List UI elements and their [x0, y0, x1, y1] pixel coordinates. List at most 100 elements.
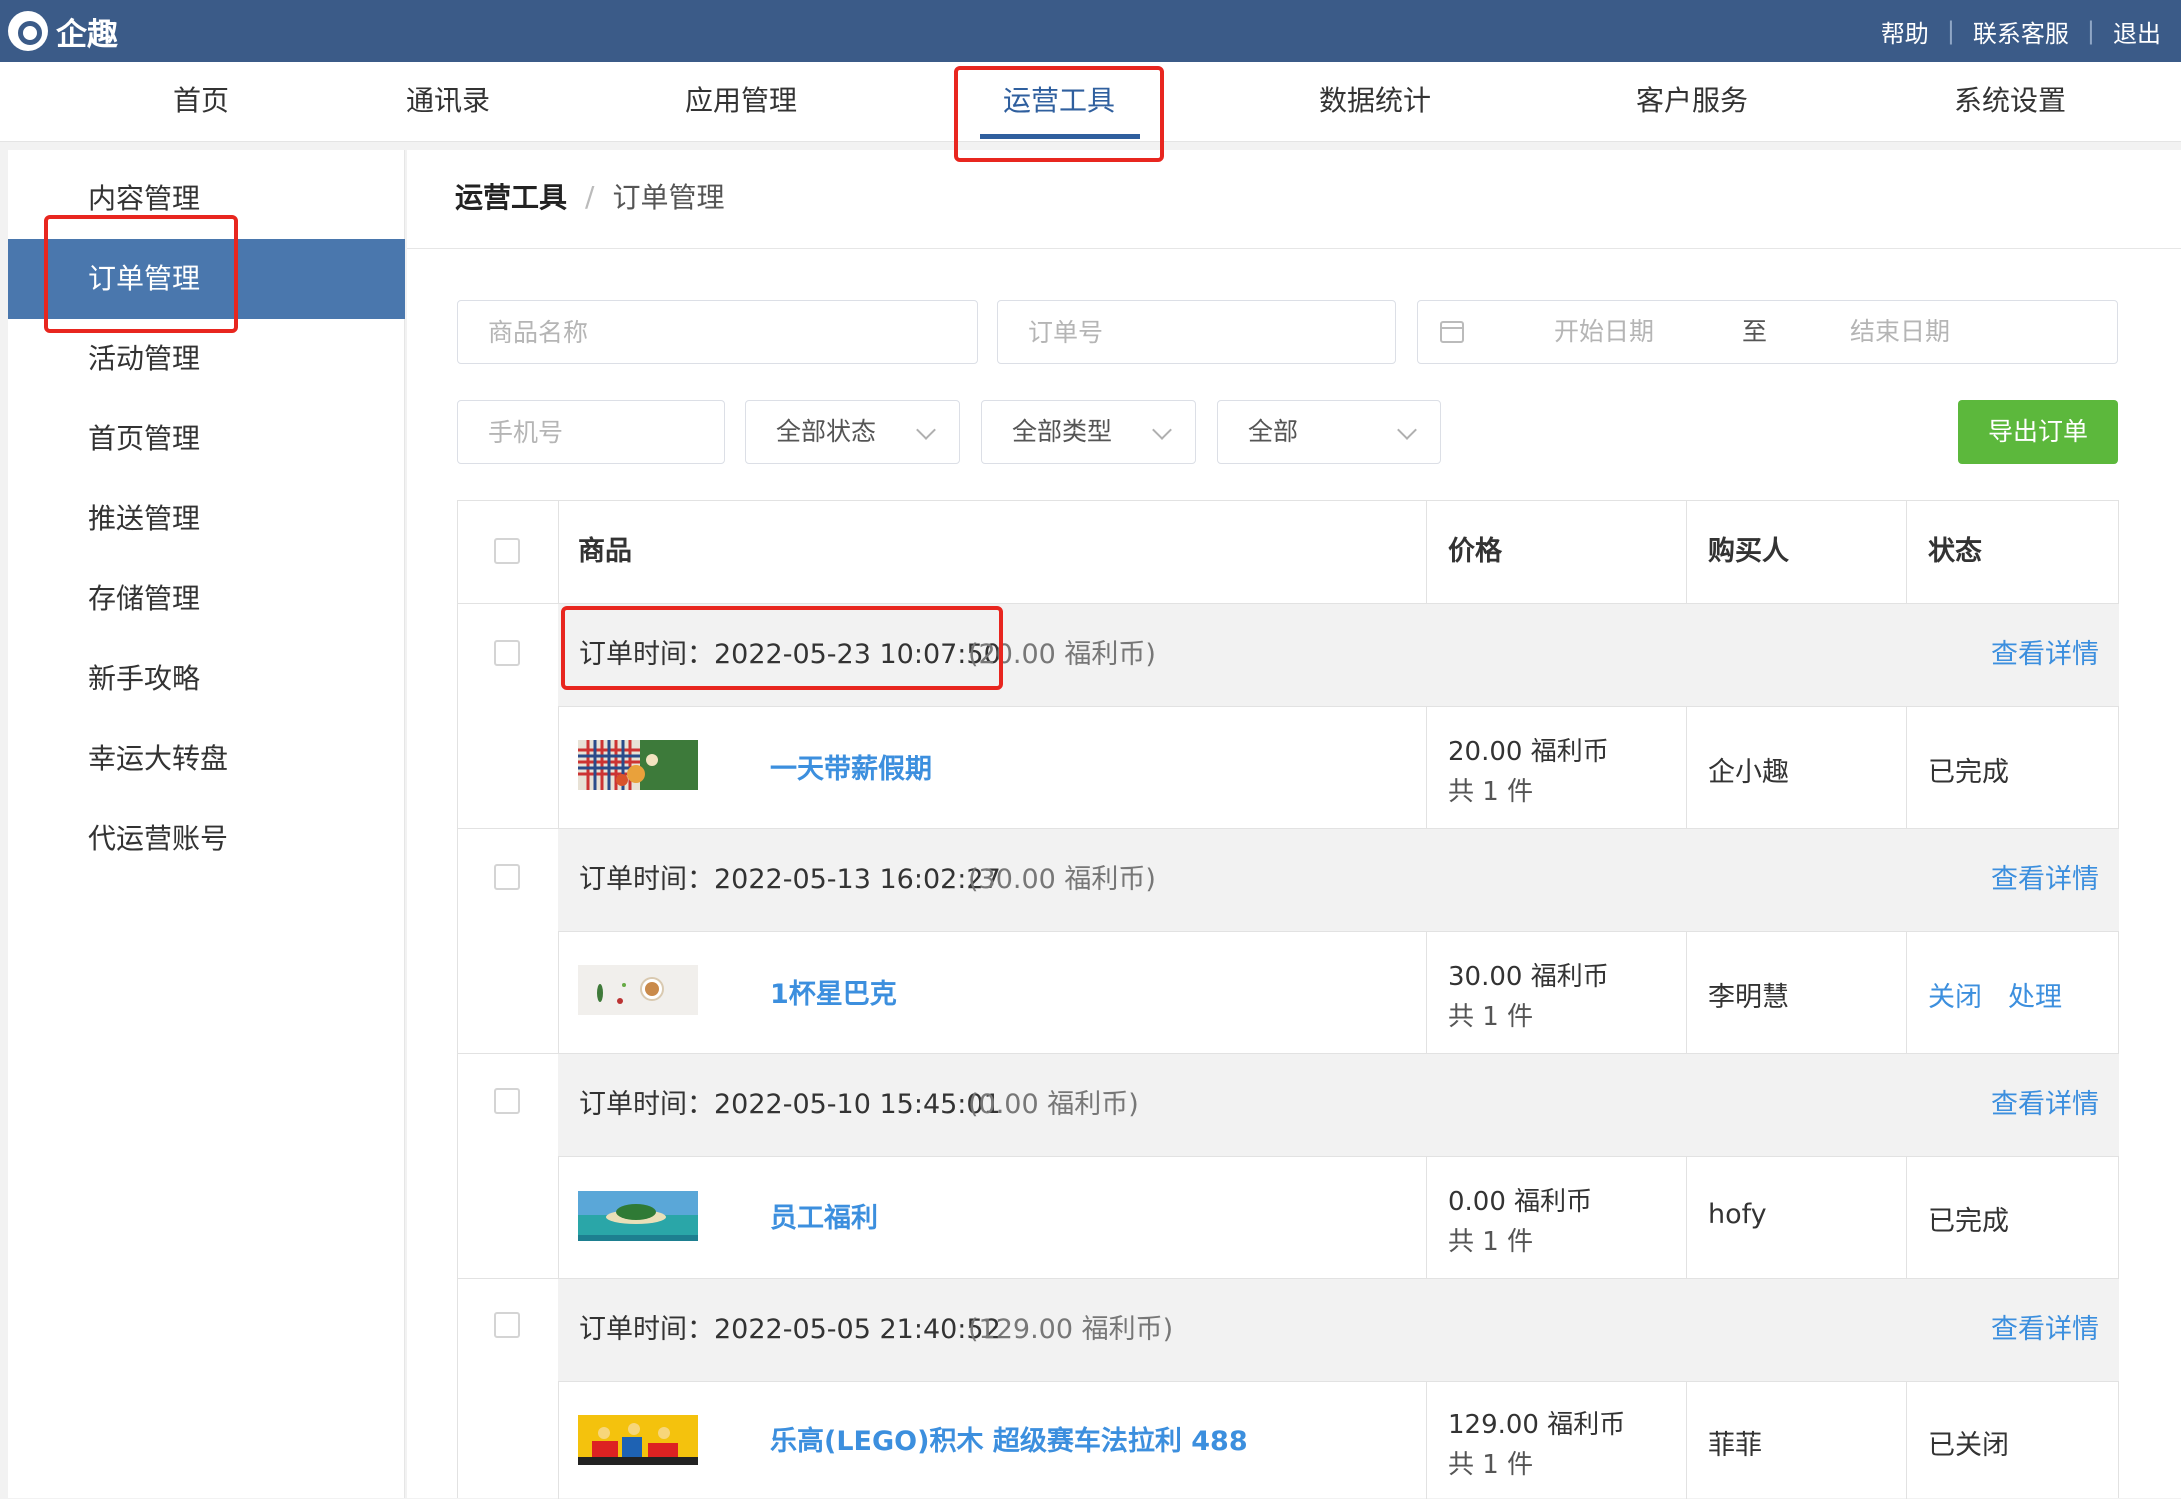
divider	[407, 248, 2181, 249]
logout-link[interactable]: 退出	[2113, 14, 2161, 49]
orders-table: 商品 价格 购买人 状态 订单时间：2022-05-23 10:07:50 (2…	[457, 500, 2119, 1499]
product-thumbnail	[578, 1415, 698, 1465]
order-status: 已关闭	[1928, 1430, 2009, 1461]
top-link-separator: |	[1946, 17, 1955, 45]
sidebar-item-push[interactable]: 推送管理	[8, 479, 405, 559]
view-details-link[interactable]: 查看详情	[1991, 829, 2099, 931]
product-name-link[interactable]: 员工福利	[770, 1196, 878, 1235]
breadcrumb-root[interactable]: 运营工具	[455, 176, 567, 216]
buyer-name: hofy	[1708, 1199, 1767, 1230]
order-price: 20.00 福利币	[1448, 737, 1609, 767]
close-order-link[interactable]: 关闭	[1928, 975, 1982, 1014]
column-divider	[1906, 931, 1907, 1053]
order-header-row: 订单时间：2022-05-10 15:45:01 (0.00 福利币) 查看详情	[558, 1054, 2119, 1156]
end-date-input[interactable]: 结束日期	[1850, 301, 1950, 363]
export-orders-button[interactable]: 导出订单	[1958, 400, 2118, 464]
order-quantity: 共 1 件	[1448, 1002, 1534, 1032]
status-select[interactable]: 全部状态	[745, 400, 960, 464]
column-divider	[1906, 501, 1907, 603]
contact-support-link[interactable]: 联系客服	[1973, 14, 2069, 49]
order-checkbox[interactable]	[494, 1088, 520, 1114]
row-divider	[558, 1381, 2119, 1382]
order-status: 已完成	[1928, 1206, 2009, 1237]
product-name-link[interactable]: 1杯星巴克	[770, 972, 897, 1011]
order-checkbox[interactable]	[494, 864, 520, 890]
order-quantity: 共 1 件	[1448, 1450, 1534, 1480]
chevron-down-icon	[916, 420, 936, 440]
column-divider	[1426, 931, 1427, 1053]
nav-active-underline	[980, 134, 1140, 139]
product-name-input[interactable]	[488, 301, 977, 363]
nav-app-management[interactable]: 应用管理	[685, 62, 797, 142]
sidebar-item-agency-account[interactable]: 代运营账号	[8, 799, 405, 879]
sidebar-item-homepage[interactable]: 首页管理	[8, 399, 405, 479]
row-divider	[558, 706, 2119, 707]
buyer-name: 企小趣	[1708, 757, 1789, 788]
order-amount: (30.00 福利币)	[968, 864, 1156, 895]
order-header-row: 订单时间：2022-05-23 10:07:50 (20.00 福利币) 查看详…	[558, 604, 2119, 706]
order-price: 129.00 福利币	[1448, 1410, 1626, 1440]
sidebar-item-beginner-guide[interactable]: 新手攻略	[8, 639, 405, 719]
column-divider	[1686, 1381, 1687, 1499]
type-select-value: 全部类型	[1012, 417, 1113, 446]
nav-operation-tools[interactable]: 运营工具	[1003, 62, 1115, 142]
sidebar: 内容管理 订单管理 活动管理 首页管理 推送管理 存储管理 新手攻略 幸运大转盘 代运营账号	[8, 150, 405, 1498]
view-details-link[interactable]: 查看详情	[1991, 1279, 2099, 1381]
column-divider	[1906, 1156, 1907, 1278]
order-header-row: 订单时间：2022-05-05 21:40:52 (129.00 福利币) 查看…	[558, 1279, 2119, 1381]
phone-input[interactable]	[488, 401, 724, 463]
order-amount: (0.00 福利币)	[968, 1089, 1139, 1120]
sidebar-item-storage[interactable]: 存储管理	[8, 559, 405, 639]
order-quantity: 共 1 件	[1448, 777, 1534, 807]
order-status: 已完成	[1928, 757, 2009, 788]
sidebar-item-orders[interactable]: 订单管理	[8, 239, 405, 319]
chevron-down-icon	[1397, 420, 1417, 440]
product-name-field[interactable]	[457, 300, 978, 364]
nav-contacts[interactable]: 通讯录	[406, 62, 490, 142]
column-divider	[1426, 706, 1427, 828]
date-range-separator: 至	[1742, 317, 1768, 346]
order-number-input[interactable]	[1028, 301, 1395, 363]
product-thumbnail	[578, 740, 698, 790]
picnic-image	[578, 740, 698, 790]
order-checkbox[interactable]	[494, 1312, 520, 1338]
column-divider	[1906, 1381, 1907, 1499]
logo-icon	[8, 11, 48, 51]
view-details-link[interactable]: 查看详情	[1991, 604, 2099, 706]
order-time: 订单时间：2022-05-13 16:02:27	[579, 864, 1001, 895]
nav-system-settings[interactable]: 系统设置	[1954, 62, 2066, 142]
nav-home[interactable]: 首页	[173, 62, 229, 142]
column-divider	[1426, 501, 1427, 603]
column-divider	[1906, 706, 1907, 828]
date-range-picker[interactable]: 开始日期 至 结束日期	[1417, 300, 2118, 364]
nav-data-statistics[interactable]: 数据统计	[1319, 62, 1431, 142]
all-select[interactable]: 全部	[1217, 400, 1441, 464]
status-select-value: 全部状态	[776, 417, 877, 446]
type-select[interactable]: 全部类型	[981, 400, 1196, 464]
process-order-link[interactable]: 处理	[2008, 975, 2062, 1014]
start-date-input[interactable]: 开始日期	[1554, 301, 1654, 363]
view-details-link[interactable]: 查看详情	[1991, 1054, 2099, 1156]
help-link[interactable]: 帮助	[1881, 14, 1929, 49]
select-all-checkbox[interactable]	[494, 538, 520, 564]
order-checkbox[interactable]	[494, 640, 520, 666]
sidebar-item-content[interactable]: 内容管理	[8, 159, 405, 239]
all-select-value: 全部	[1248, 417, 1299, 446]
top-bar: 企趣 帮助 | 联系客服 | 退出	[0, 0, 2181, 62]
island-image	[578, 1191, 698, 1241]
nav-customer-service[interactable]: 客户服务	[1636, 62, 1748, 142]
product-name-link[interactable]: 乐高(LEGO)积木 超级赛车法拉利 488	[770, 1419, 1248, 1458]
top-links: 帮助 | 联系客服 | 退出	[1881, 0, 2161, 62]
product-thumbnail	[578, 1191, 698, 1241]
order-price: 30.00 福利币	[1448, 962, 1609, 992]
sidebar-item-activities[interactable]: 活动管理	[8, 319, 405, 399]
phone-field[interactable]	[457, 400, 725, 464]
row-divider	[558, 931, 2119, 932]
column-header-price: 价格	[1448, 536, 1502, 567]
sidebar-item-lucky-wheel[interactable]: 幸运大转盘	[8, 719, 405, 799]
buyer-name: 李明慧	[1708, 982, 1789, 1013]
main-nav: 首页 通讯录 应用管理 运营工具 数据统计 客户服务 系统设置	[0, 62, 2181, 142]
logo[interactable]: 企趣	[8, 8, 118, 54]
product-name-link[interactable]: 一天带薪假期	[770, 747, 932, 786]
order-number-field[interactable]	[997, 300, 1396, 364]
